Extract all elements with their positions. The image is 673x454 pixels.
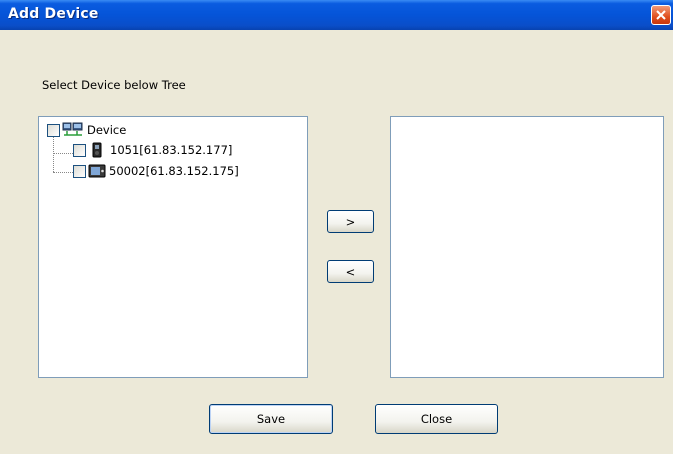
device-50002-label: 50002[61.83.152.175] xyxy=(109,164,239,178)
tree-root-device[interactable]: Device xyxy=(47,121,126,139)
close-icon xyxy=(656,10,666,20)
device-1051-checkbox[interactable] xyxy=(73,143,86,157)
device-group-icon xyxy=(62,122,83,136)
save-button[interactable]: Save xyxy=(209,404,333,434)
tree-connector xyxy=(53,172,73,173)
add-device-dialog: Add Device Select Device below Tree Devi… xyxy=(0,0,673,454)
window-close-button[interactable] xyxy=(651,5,671,25)
add-selected-button[interactable]: > xyxy=(327,210,374,233)
tree-item-device-50002[interactable]: 50002[61.83.152.175] xyxy=(73,162,239,180)
select-device-label: Select Device below Tree xyxy=(42,78,186,92)
device-tree[interactable]: Device 1051[61.83.152.177] 50002[61.83.1… xyxy=(38,116,308,378)
window-title: Add Device xyxy=(8,6,99,22)
title-bar[interactable]: Add Device xyxy=(0,0,673,30)
device-1051-label: 1051[61.83.152.177] xyxy=(110,143,233,157)
device-50002-checkbox[interactable] xyxy=(73,164,86,178)
tree-connector xyxy=(53,153,73,154)
tree-root-label: Device xyxy=(87,123,127,137)
remove-selected-button[interactable]: < xyxy=(327,260,374,283)
selected-devices-list[interactable] xyxy=(390,116,664,378)
fingerprint-reader-icon xyxy=(92,142,102,158)
device-root-checkbox[interactable] xyxy=(47,123,60,137)
face-terminal-icon xyxy=(88,164,106,178)
tree-item-device-1051[interactable]: 1051[61.83.152.177] xyxy=(73,141,232,159)
close-button[interactable]: Close xyxy=(375,404,498,434)
